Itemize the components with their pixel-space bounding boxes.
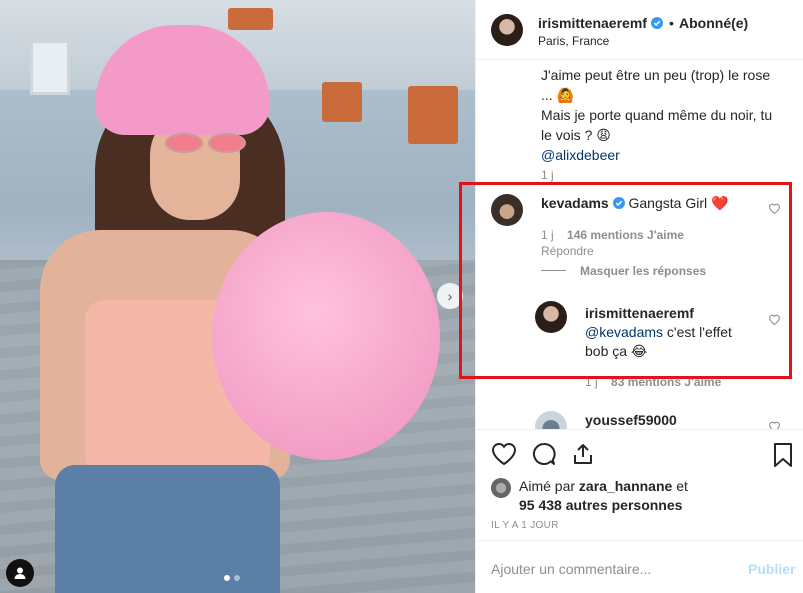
commenter-avatar[interactable] [535,411,567,429]
publish-button[interactable]: Publier [748,561,795,577]
post-header: irismittenaeremf • Abonné(e) Paris, Fran… [476,0,803,60]
caption-line: ... 🙆 [541,87,574,103]
post-timestamp[interactable]: IL Y A 1 JOUR [491,520,559,531]
likes-middle: et [676,478,688,494]
post-photo[interactable]: › [0,0,475,593]
likes-summary: Aimé par zara_hannane et 95 438 autres p… [519,477,688,515]
bookmark-icon[interactable] [773,442,793,468]
user-icon [14,567,26,579]
liker-avatar[interactable] [491,478,511,498]
photo-chimney [322,82,362,122]
author-username[interactable]: irismittenaeremf [538,15,647,31]
author-avatar[interactable] [491,14,523,46]
likes-prefix: Aimé par [519,478,576,494]
caption-mention-link[interactable]: @alixdebeer [541,145,791,165]
verified-badge-icon [651,17,663,29]
like-heart-icon[interactable] [491,442,517,466]
photo-shorts [55,465,280,593]
tagged-users-button[interactable] [6,559,34,587]
photo-sunglasses [165,133,203,153]
comment-username[interactable]: youssef59000 [585,412,677,428]
caption-line: le vois ? 😩 [541,127,611,143]
share-icon[interactable] [571,442,595,466]
photo-chimney [408,86,458,144]
likes-count[interactable]: 95 438 autres personnes [519,497,682,513]
photo-cotton-candy [212,212,440,460]
caption-line: J'aime peut être un peu (trop) le rose [541,67,771,83]
like-comment-heart-icon[interactable] [768,420,781,429]
header-separator: • [669,15,674,31]
carousel-dot [234,575,240,581]
post-location[interactable]: Paris, France [538,34,609,48]
carousel-dot-active [224,575,230,581]
follow-status-button[interactable]: Abonné(e) [679,15,748,31]
highlight-box [459,182,792,379]
caption-age[interactable]: 1 j [541,168,554,182]
carousel-indicator [224,575,240,581]
photo-chimney [228,8,273,30]
photo-sunglasses [208,133,246,153]
comment-input[interactable]: Ajouter un commentaire... [491,561,651,577]
comment-bubble-icon[interactable] [531,442,557,466]
caption-line: Mais je porte quand même du noir, tu [541,107,773,123]
liker-username[interactable]: zara_hannane [579,478,672,494]
caption-text: J'aime peut être un peu (trop) le rose .… [541,65,791,165]
comment-composer: Ajouter un commentaire... Publier [476,540,803,593]
photo-window [30,40,70,95]
